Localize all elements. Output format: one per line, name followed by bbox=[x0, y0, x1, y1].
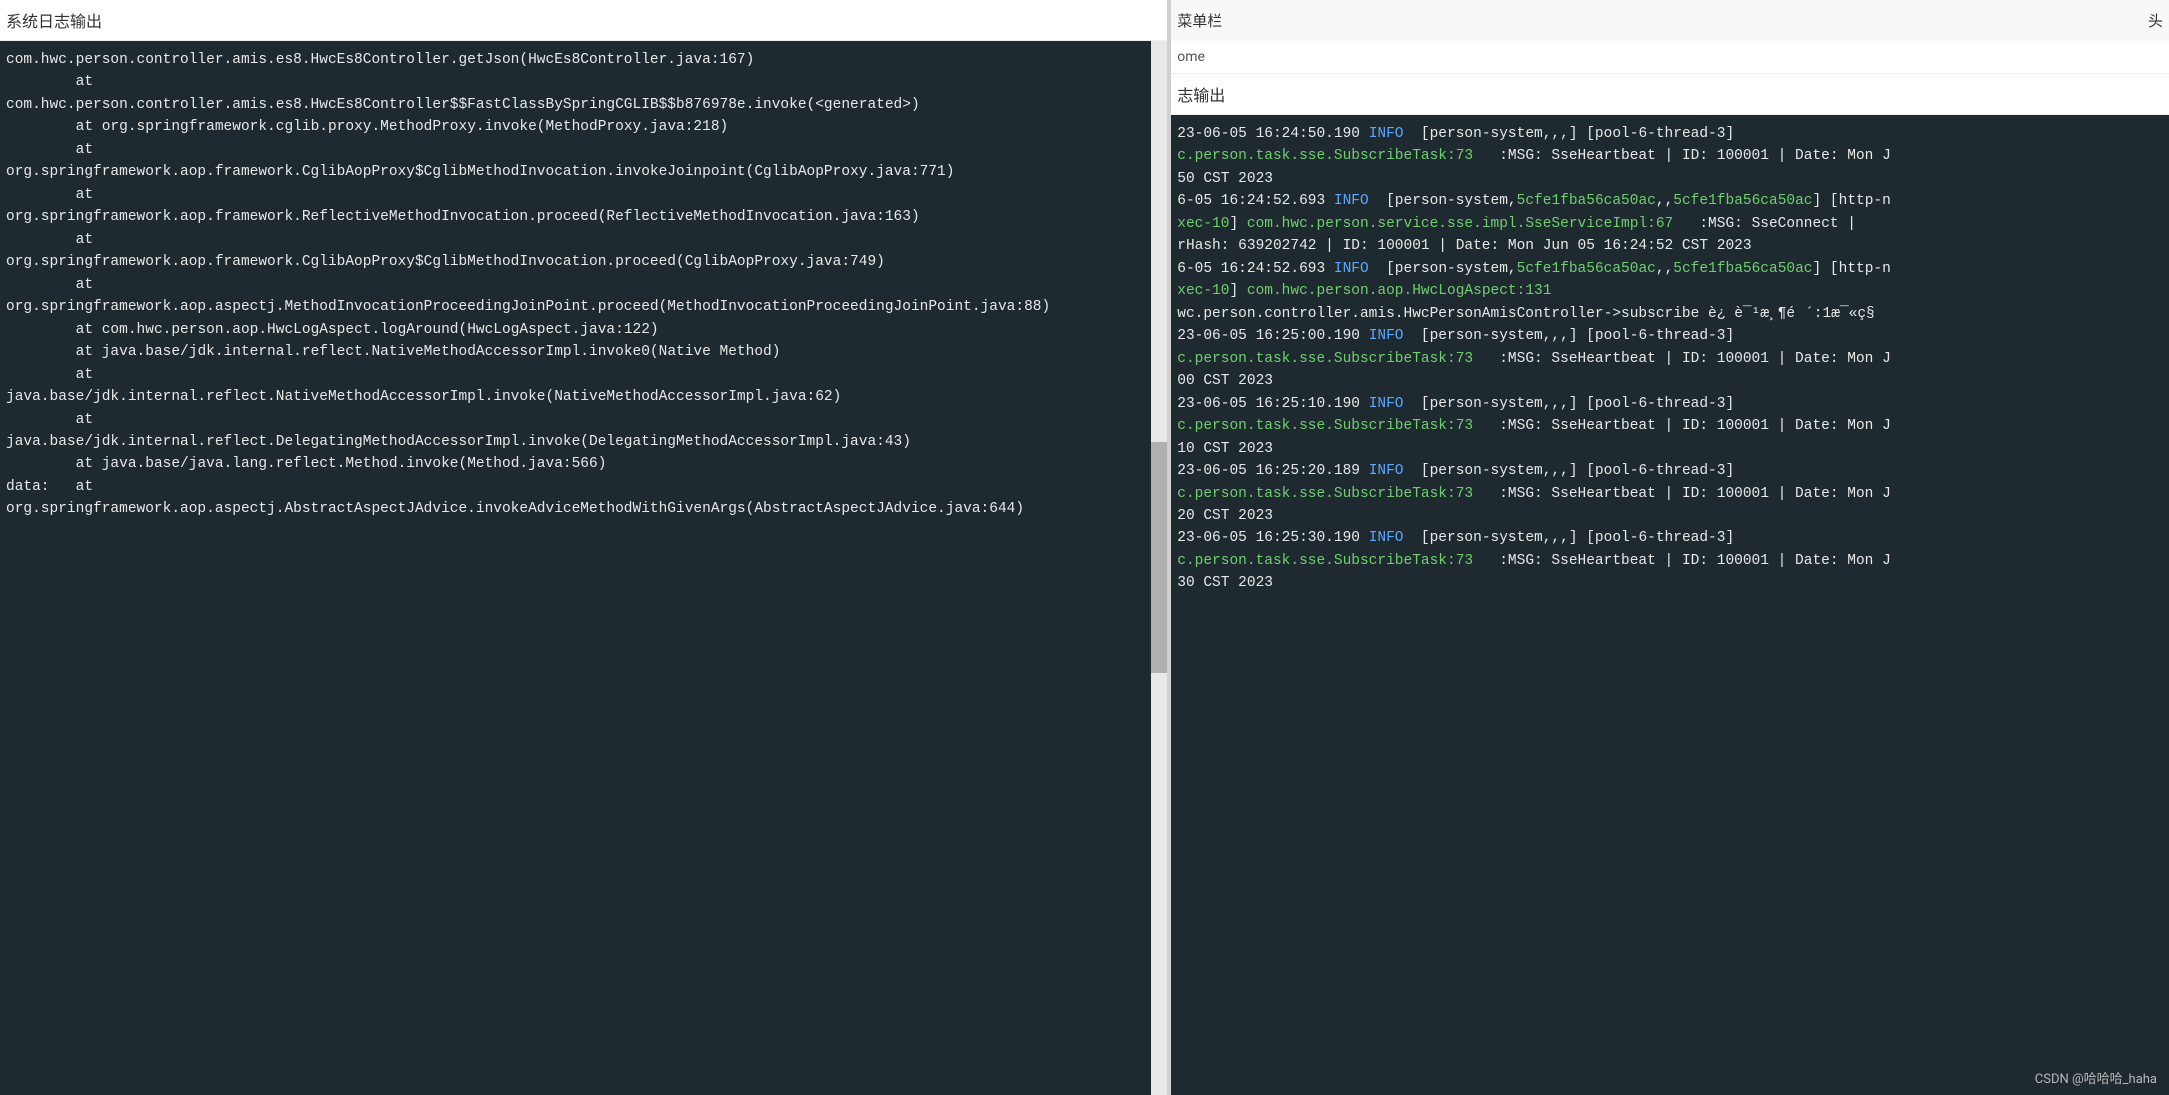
watermark: CSDN @哈哈哈_haha bbox=[2035, 1068, 2157, 1087]
menubar: 菜单栏 头 bbox=[1171, 0, 2169, 41]
log-entry: 23-06-05 16:25:00.190 INFO [person-syste… bbox=[1177, 325, 2163, 392]
log-entry: 6-05 16:24:52.693 INFO [person-system,5c… bbox=[1177, 258, 2163, 325]
left-log-title: 系统日志输出 bbox=[0, 0, 1167, 41]
left-scrollbar[interactable] bbox=[1151, 41, 1167, 1095]
right-log-title: 志输出 bbox=[1171, 74, 2169, 115]
log-entry: 23-06-05 16:24:50.190 INFO [person-syste… bbox=[1177, 123, 2163, 190]
menubar-right-label: 头 bbox=[2148, 10, 2163, 31]
right-pane: 菜单栏 头 ome 志输出 23-06-05 16:24:50.190 INFO… bbox=[1171, 0, 2169, 1095]
left-pane: 系统日志输出 com.hwc.person.controller.amis.es… bbox=[0, 0, 1171, 1095]
left-log-output[interactable]: com.hwc.person.controller.amis.es8.HwcEs… bbox=[0, 41, 1151, 1095]
subnav[interactable]: ome bbox=[1171, 41, 2169, 74]
log-entry: 6-05 16:24:52.693 INFO [person-system,5c… bbox=[1177, 190, 2163, 257]
log-entry: 23-06-05 16:25:30.190 INFO [person-syste… bbox=[1177, 527, 2163, 594]
left-scrollbar-thumb[interactable] bbox=[1151, 442, 1167, 674]
menubar-label: 菜单栏 bbox=[1177, 10, 1222, 31]
left-scroll-wrap: com.hwc.person.controller.amis.es8.HwcEs… bbox=[0, 41, 1167, 1095]
right-log-output[interactable]: 23-06-05 16:24:50.190 INFO [person-syste… bbox=[1171, 115, 2169, 1095]
log-entry: 23-06-05 16:25:20.189 INFO [person-syste… bbox=[1177, 460, 2163, 527]
log-entry: 23-06-05 16:25:10.190 INFO [person-syste… bbox=[1177, 393, 2163, 460]
